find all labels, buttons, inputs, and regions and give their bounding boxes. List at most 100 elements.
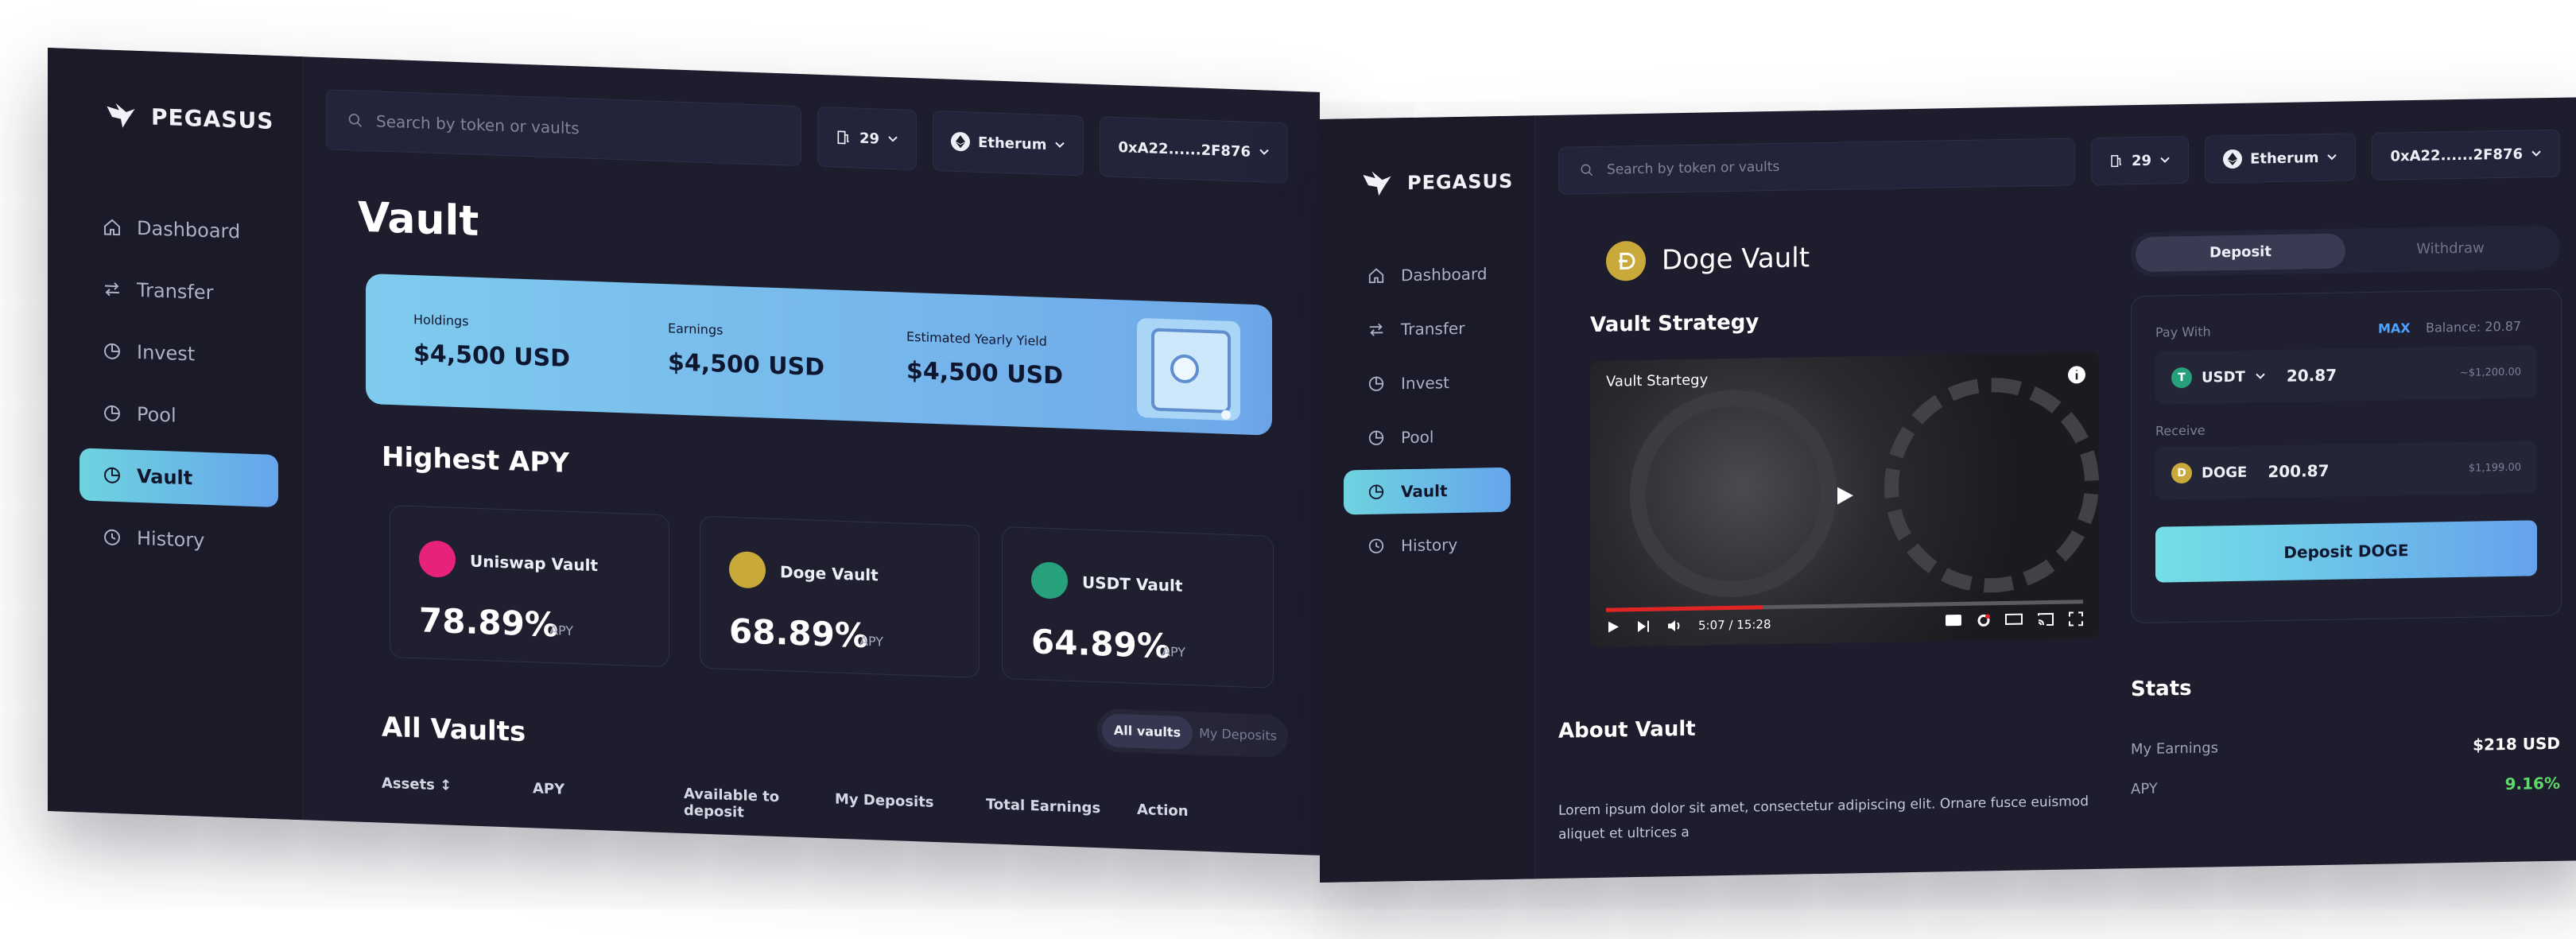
chevron-down-icon[interactable] <box>2255 371 2266 382</box>
vault-header: Doge Vault <box>1606 238 1810 281</box>
tab-withdraw[interactable]: Withdraw <box>2345 230 2555 269</box>
sidebar-item-vault[interactable]: Vault <box>1344 467 1511 515</box>
gas-price-button[interactable]: 29 <box>817 106 918 171</box>
volume-icon[interactable] <box>1666 619 1682 633</box>
deposit-doge-button[interactable]: Deposit DOGE <box>2155 520 2537 583</box>
video-right-controls <box>1945 611 2083 628</box>
tab-deposit[interactable]: Deposit <box>2136 233 2345 273</box>
page-title: Vault <box>358 193 479 246</box>
gas-price-button[interactable]: 29 <box>2091 135 2190 186</box>
captions-icon[interactable] <box>1945 614 1962 627</box>
network-name: Etherum <box>2250 149 2319 168</box>
search-placeholder: Search by token or vaults <box>1607 158 1780 178</box>
info-icon[interactable] <box>2067 365 2086 384</box>
transfer-icon <box>1366 320 1387 340</box>
sidebar: PEGASUS Dashboard Transfer Invest Pool V… <box>48 48 303 821</box>
video-title: Vault Startegy <box>1606 371 1709 390</box>
sidebar-item-label: Pool <box>137 402 177 427</box>
earnings-stat: Earnings $4,500 USD <box>668 320 824 382</box>
ethereum-icon <box>2223 149 2243 169</box>
home-icon <box>1366 266 1387 286</box>
earnings-label: Earnings <box>668 320 724 338</box>
sidebar-item-invest[interactable]: Invest <box>80 324 278 383</box>
stat-my-earnings: My Earnings $218 USD <box>2131 734 2560 760</box>
vault-name: USDT Vault <box>1082 572 1183 596</box>
usdt-icon <box>1031 561 1068 599</box>
safe-illustration-icon <box>1137 318 1240 421</box>
sidebar-item-transfer[interactable]: Transfer <box>80 262 278 321</box>
all-vaults-tab[interactable]: All vaults <box>1102 713 1193 751</box>
settings-icon[interactable] <box>1977 613 1991 627</box>
search-input[interactable]: Search by token or vaults <box>326 89 802 167</box>
my-deposits-tab[interactable]: My Deposits <box>1193 716 1283 753</box>
ethereum-icon <box>951 131 971 152</box>
pay-amount: 20.87 <box>2286 365 2337 386</box>
play-button-icon[interactable] <box>1606 619 1620 634</box>
vault-list-window: PEGASUS Dashboard Transfer Invest Pool V… <box>48 48 1320 856</box>
vault-apy: 68.89% <box>729 611 868 656</box>
usdt-icon: T <box>2171 367 2192 389</box>
search-icon <box>348 114 363 127</box>
sidebar-item-label: Transfer <box>137 278 214 305</box>
chevron-down-icon <box>888 136 898 142</box>
pie-chart-icon <box>102 340 122 362</box>
topbar: Search by token or vaults 29 Etherum 0xA… <box>1558 129 2560 195</box>
balance-text: Balance: 20.87 <box>2426 318 2522 336</box>
about-vault-heading: About Vault <box>1558 716 1696 743</box>
play-icon[interactable] <box>1833 483 1856 508</box>
pay-token: USDT <box>2202 368 2245 386</box>
sidebar-item-transfer[interactable]: Transfer <box>1344 305 1511 353</box>
video-time: 5:07 / 15:28 <box>1698 617 1771 633</box>
wallet-address: 0xA22......2F876 <box>1118 138 1251 161</box>
pie-chart-icon <box>102 464 122 486</box>
search-input[interactable]: Search by token or vaults <box>1558 138 2076 195</box>
usdt-vault-card[interactable]: USDT Vault 64.89% APY <box>1002 526 1274 689</box>
doge-icon: D <box>2171 462 2192 484</box>
network-select[interactable]: Etherum <box>933 110 1084 177</box>
logo[interactable]: PEGASUS <box>103 97 274 138</box>
pay-amount-input[interactable]: T USDT 20.87 ~$1,200.00 <box>2155 345 2537 405</box>
uniswap-vault-card[interactable]: Uniswap Vault 78.89% APY <box>390 505 669 668</box>
chevron-down-icon <box>2160 157 2170 163</box>
pie-chart-icon <box>102 402 122 424</box>
wallet-button[interactable]: 0xA22......2F876 <box>1100 116 1288 184</box>
stat-label: APY <box>2131 780 2158 798</box>
sidebar-item-label: Transfer <box>1401 318 1465 340</box>
sidebar-item-pool[interactable]: Pool <box>1344 413 1511 461</box>
sidebar-item-dashboard[interactable]: Dashboard <box>80 200 278 259</box>
column-assets[interactable]: Assets ↕ <box>382 775 533 814</box>
theater-mode-icon[interactable] <box>2005 613 2023 626</box>
sidebar-item-label: Pool <box>1401 427 1434 448</box>
doge-vault-card[interactable]: Doge Vault 68.89% APY <box>700 515 980 678</box>
sidebar-item-history[interactable]: History <box>80 510 278 569</box>
receive-usd-value: $1,199.00 <box>2468 461 2521 475</box>
network-select[interactable]: Etherum <box>2205 133 2357 184</box>
sidebar-item-dashboard[interactable]: Dashboard <box>1344 251 1511 299</box>
strategy-heading: Vault Strategy <box>1590 310 1759 338</box>
next-icon[interactable] <box>1636 619 1651 634</box>
stat-value: 9.16% <box>2504 773 2560 793</box>
search-icon <box>1581 164 1593 177</box>
vault-apy: 64.89% <box>1031 622 1170 666</box>
fullscreen-icon[interactable] <box>2069 611 2083 627</box>
transfer-icon <box>102 278 122 300</box>
topbar: Search by token or vaults 29 Etherum 0xA… <box>326 89 1288 184</box>
sidebar: PEGASUS Dashboard Transfer Invest Pool V… <box>1320 115 1535 883</box>
sidebar-item-pool[interactable]: Pool <box>80 386 278 445</box>
sidebar-item-vault[interactable]: Vault <box>80 448 278 508</box>
sidebar-item-label: History <box>1401 534 1458 556</box>
brand-name: PEGASUS <box>1407 169 1514 195</box>
sidebar-item-invest[interactable]: Invest <box>1344 359 1511 407</box>
uniswap-icon <box>419 540 456 578</box>
receive-token: DOGE <box>2202 464 2248 482</box>
strategy-video-player[interactable]: Vault Startegy 5:07 / 15:28 <box>1590 351 2099 648</box>
logo[interactable]: PEGASUS <box>1360 164 1513 201</box>
sidebar-item-history[interactable]: History <box>1344 522 1511 569</box>
wallet-button[interactable]: 0xA22......2F876 <box>2372 129 2560 180</box>
clock-icon <box>1366 536 1387 557</box>
column-available: Available to deposit <box>684 785 780 821</box>
pay-usd-value: ~$1,200.00 <box>2459 366 2521 379</box>
cast-icon[interactable] <box>2037 612 2054 627</box>
yearly-yield-label: Estimated Yearly Yield <box>906 328 1047 349</box>
max-button[interactable]: MAX <box>2378 320 2411 336</box>
